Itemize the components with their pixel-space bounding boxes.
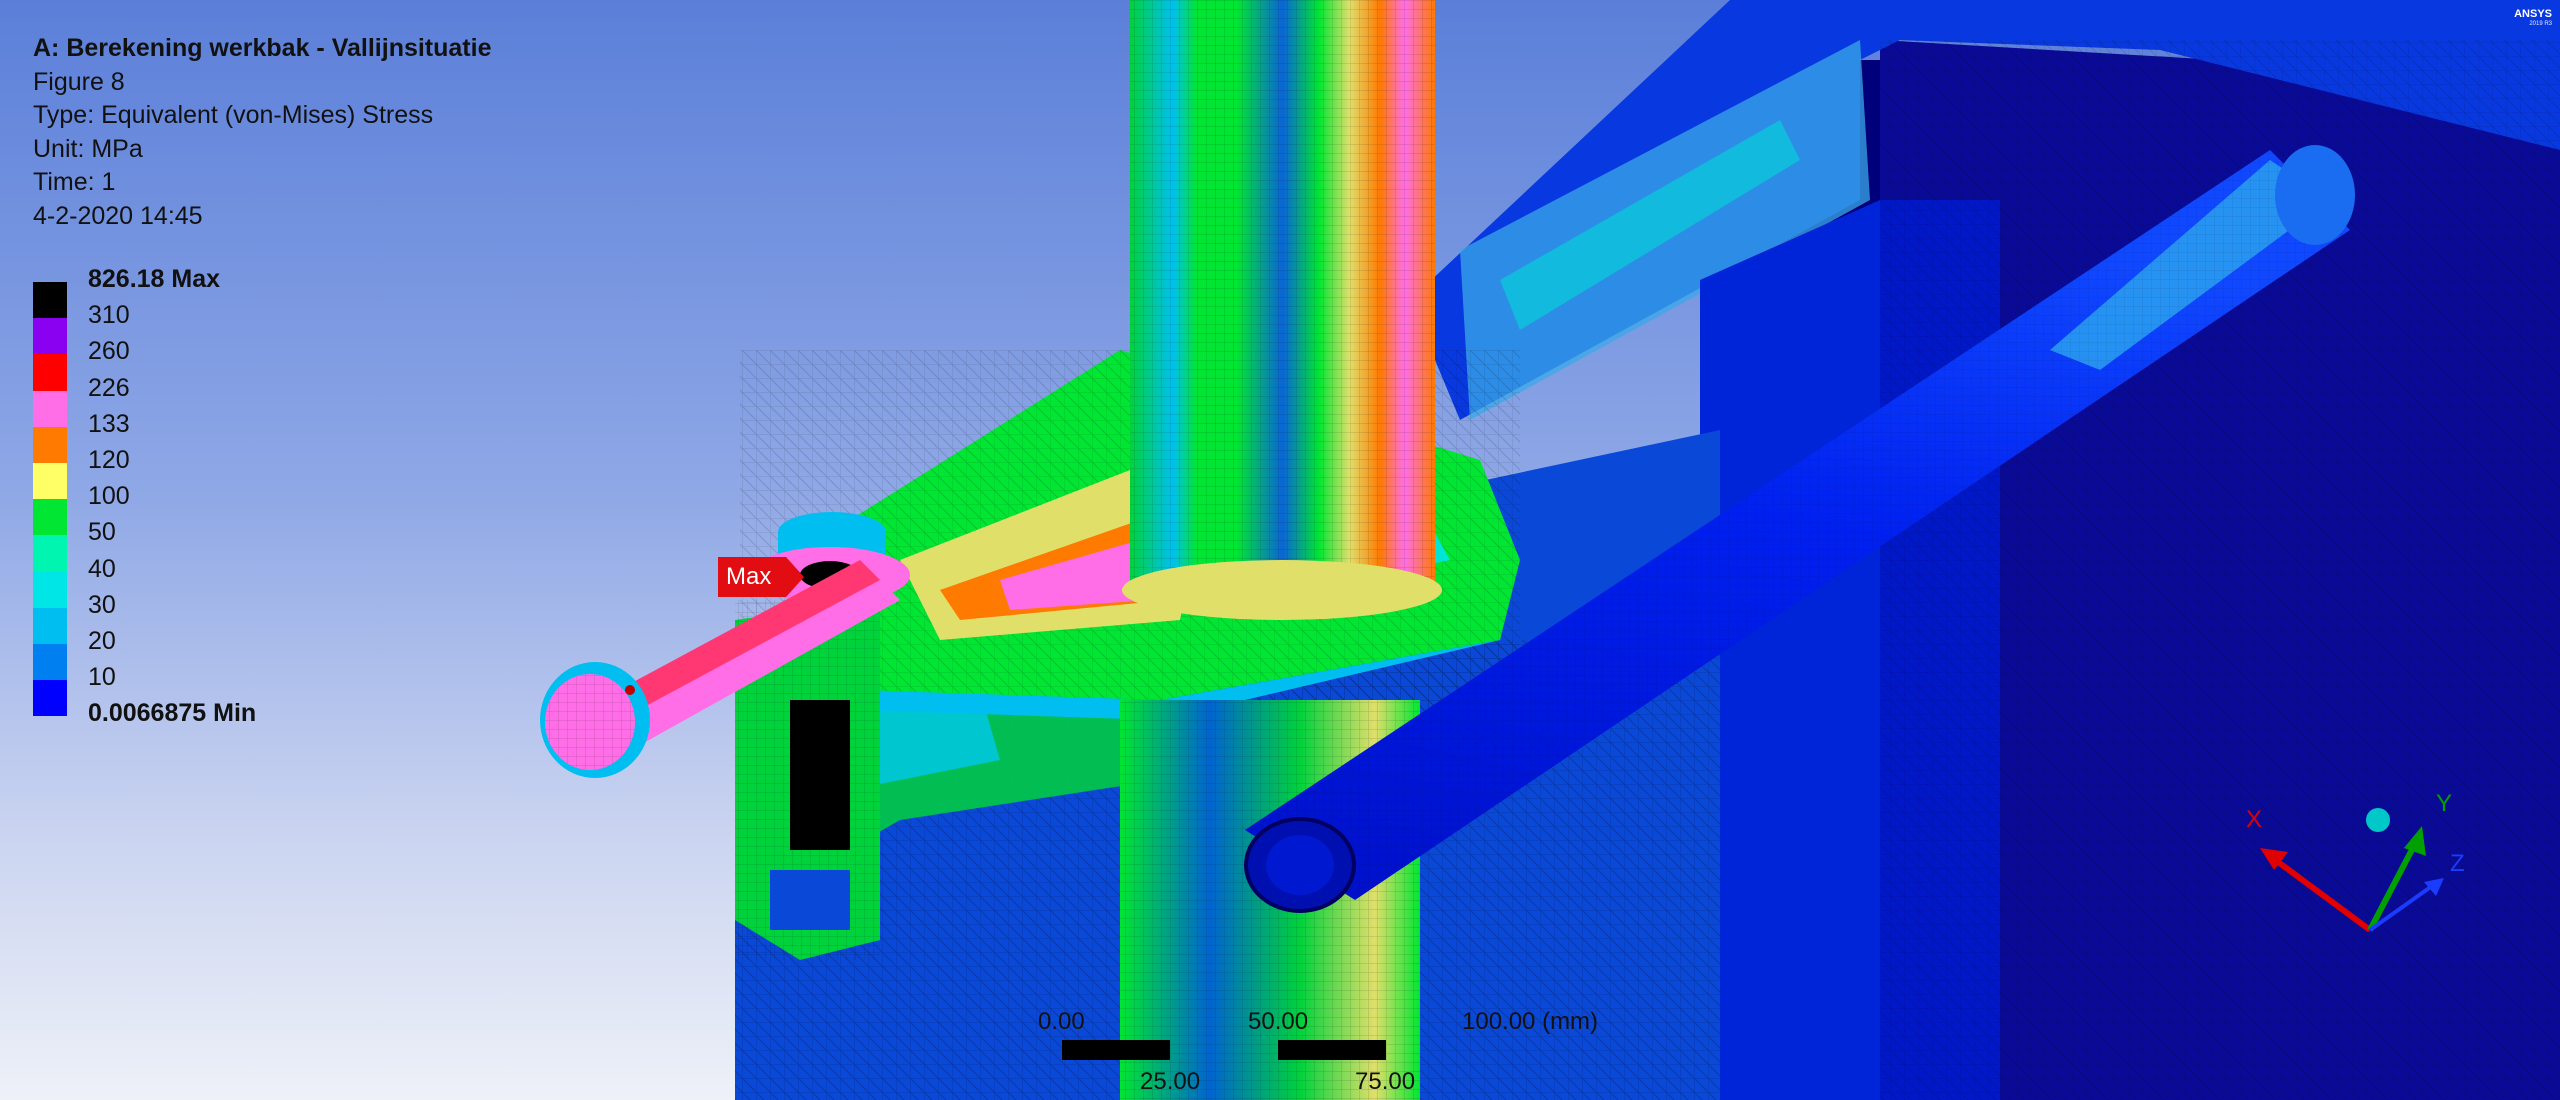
legend-level-label: 310 xyxy=(88,301,130,330)
z-axis-label: Z xyxy=(2450,850,2465,877)
scale-label-100: 100.00 (mm) xyxy=(1462,1008,1599,1035)
legend-swatch xyxy=(33,390,67,427)
triad-iso-ball xyxy=(2366,808,2390,832)
legend-level-label: 260 xyxy=(88,337,130,366)
result-time: Time: 1 xyxy=(33,168,116,196)
legend-swatch xyxy=(33,571,67,608)
scale-segment-3 xyxy=(1278,1040,1386,1060)
legend-level-label: 100 xyxy=(88,482,130,511)
scale-bar: 0.00 50.00 100.00 (mm) 25.00 75.00 xyxy=(1030,1004,1598,1100)
model-viewport[interactable]: ANSYS 2019 R3 A: Berekening werkbak - Va… xyxy=(0,0,2560,1100)
legend-level-label: 226 xyxy=(88,373,130,402)
legend-swatch xyxy=(33,462,67,500)
result-info-panel: A: Berekening werkbak - Vallijnsituatie … xyxy=(33,32,491,233)
legend-swatch xyxy=(33,499,67,536)
legend-swatch xyxy=(33,282,67,319)
legend-max-label: 826.18 Max xyxy=(88,265,221,293)
legend-swatch xyxy=(33,535,67,572)
legend-swatch xyxy=(33,643,67,681)
y-axis-label: Y xyxy=(2436,790,2453,817)
legend-swatch xyxy=(33,680,67,717)
scale-segment-2 xyxy=(1170,1040,1278,1060)
legend-min-label: 0.0066875 Min xyxy=(88,699,257,728)
legend-level-label: 120 xyxy=(88,445,130,474)
legend-level-label: 133 xyxy=(88,409,130,438)
max-probe-label[interactable]: Max xyxy=(718,557,804,597)
legend-level-label: 30 xyxy=(88,590,116,619)
analysis-title: A: Berekening werkbak - Vallijnsituatie xyxy=(33,34,492,62)
ansys-logo: ANSYS 2019 R3 xyxy=(2514,8,2552,27)
scale-segment-1 xyxy=(1062,1040,1170,1060)
scale-label-25: 25.00 xyxy=(1140,1068,1201,1095)
legend-level-label: 50 xyxy=(88,518,116,547)
legend-swatch xyxy=(33,318,67,355)
legend-level-label: 40 xyxy=(88,554,116,583)
result-type: Type: Equivalent (von-Mises) Stress xyxy=(33,101,434,129)
result-timestamp: 4-2-2020 14:45 xyxy=(33,201,203,230)
legend-level-label: 10 xyxy=(88,663,116,692)
x-axis-arrow xyxy=(2268,853,2372,933)
scale-label-0: 0.00 xyxy=(1038,1008,1085,1035)
x-axis-label: X xyxy=(2246,806,2263,833)
result-unit: Unit: MPa xyxy=(33,134,143,163)
legend-swatch xyxy=(33,607,67,644)
legend-swatch xyxy=(33,426,67,463)
y-axis-arrow xyxy=(2367,840,2419,932)
figure-label: Figure 8 xyxy=(33,67,125,96)
scale-label-75: 75.00 xyxy=(1355,1068,1416,1095)
legend-swatch xyxy=(33,354,67,391)
scale-label-50: 50.00 xyxy=(1248,1008,1309,1035)
coordinate-triad[interactable]: X Y Z xyxy=(2240,790,2480,950)
legend-level-label: 20 xyxy=(88,626,116,655)
